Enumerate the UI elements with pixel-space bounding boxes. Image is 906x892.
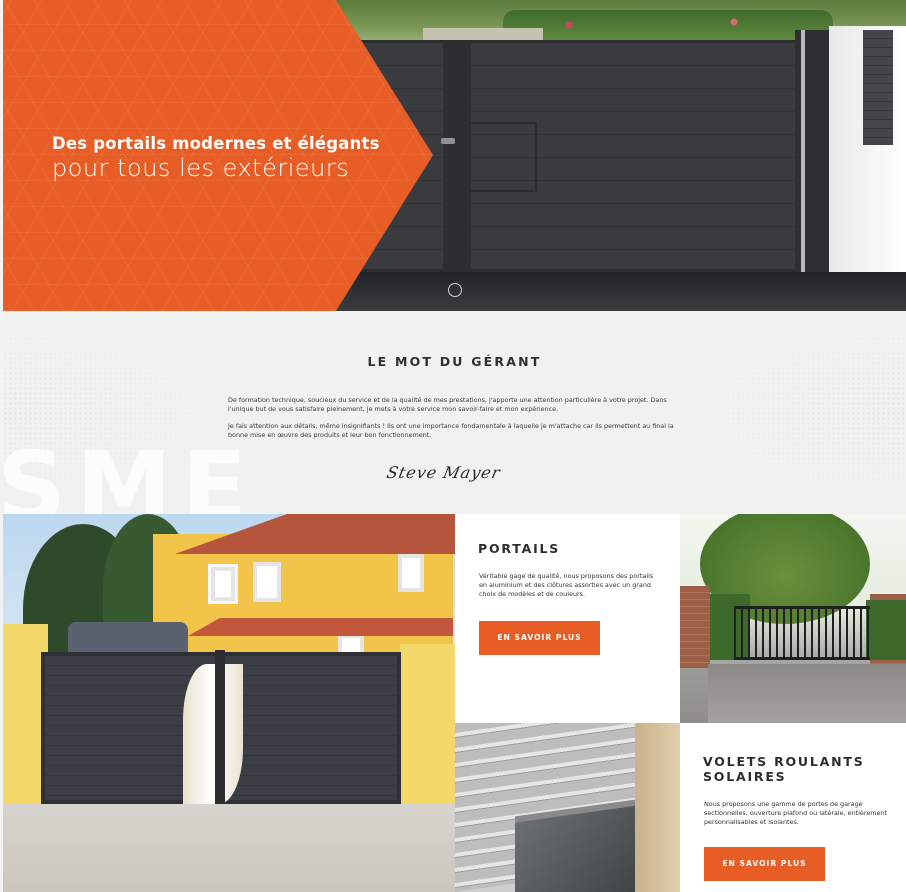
house-window: [208, 564, 238, 604]
iron-gate: [734, 606, 870, 660]
dot-pattern-right: [656, 311, 906, 514]
gate-pillar-right: [400, 644, 455, 814]
van: [68, 622, 188, 656]
hero-hedge: [503, 10, 833, 40]
hero-title-line1: Des portails modernes et élégants: [52, 134, 380, 153]
house-gate-wave-cutout: [183, 664, 243, 804]
window-glass: [515, 799, 635, 892]
portails-text: Véritable gage de qualité, nous proposon…: [479, 572, 654, 598]
portails-title: PORTAILS: [478, 541, 561, 556]
portail-house-image: [3, 514, 455, 892]
hero-title-line2: pour tous les extérieurs: [52, 154, 350, 182]
driveway: [708, 664, 906, 723]
window-frame: [635, 723, 680, 892]
manager-title: LE MOT DU GÉRANT: [367, 354, 542, 369]
hero-fence-panel: [863, 30, 893, 145]
roller-shutter-image: [455, 723, 680, 892]
house-window: [253, 562, 281, 602]
manager-paragraph-2: Je fais attention aux détails, même insi…: [228, 422, 674, 439]
house-gate-center-post: [215, 650, 225, 806]
hedge: [866, 600, 906, 660]
volets-more-button[interactable]: EN SAVOIR PLUS: [704, 847, 825, 881]
hero-gate-divider: [443, 40, 471, 276]
hero-gate-post-highlight: [801, 30, 805, 282]
iron-gate-image: [680, 514, 906, 723]
hero-gate-panel: [469, 122, 537, 192]
manager-signature: Steve Mayer: [384, 463, 503, 482]
portails-more-button[interactable]: EN SAVOIR PLUS: [479, 621, 600, 655]
manager-paragraph-1: De formation technique, soucieux du serv…: [228, 396, 667, 413]
hero-ground: [303, 272, 906, 311]
porch-roof: [188, 618, 453, 636]
portails-card: PORTAILS Véritable gage de qualité, nous…: [455, 514, 680, 723]
volets-card: VOLETS ROULANTS SOLAIRES Nous proposons …: [680, 723, 906, 892]
volets-title: VOLETS ROULANTS SOLAIRES: [703, 754, 865, 784]
manager-text: De formation technique, soucieux du serv…: [228, 396, 688, 448]
hero-gate-handle: [441, 138, 455, 144]
driveway: [3, 804, 455, 892]
house-window: [398, 554, 424, 592]
volets-text: Nous proposons une gamme de portes de ga…: [704, 800, 887, 826]
slider-dot-icon[interactable]: [448, 283, 462, 297]
manager-section: SME LE MOT DU GÉRANT De formation techni…: [3, 311, 906, 514]
brick-pillar-left: [680, 586, 710, 668]
hero-banner: Des portails modernes et élégants pour t…: [3, 0, 906, 311]
background-logo-watermark: SME: [3, 431, 258, 514]
